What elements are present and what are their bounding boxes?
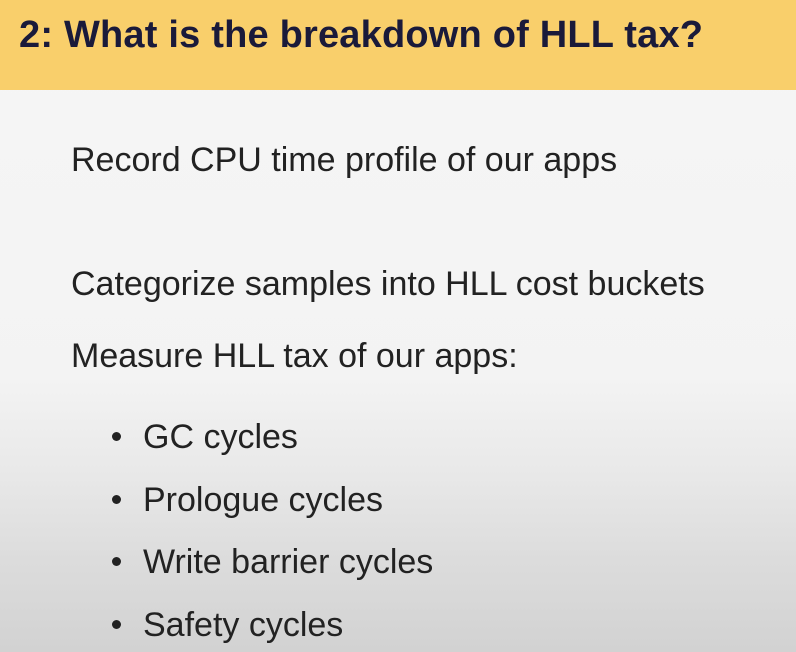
slide-title: 2: What is the breakdown of HLL tax? (19, 14, 704, 56)
bullet-label: Prologue cycles (143, 481, 384, 519)
step-record-profile: Record CPU time profile of our apps (71, 141, 618, 179)
step-categorize-samples: Categorize samples into HLL cost buckets (71, 265, 705, 303)
step-measure-tax: Measure HLL tax of our apps: (71, 337, 518, 375)
bullet-label: Safety cycles (143, 606, 344, 644)
bullet-icon (112, 619, 121, 629)
list-item: Write barrier cycles (112, 543, 433, 582)
bullet-icon (112, 494, 121, 504)
list-item: Safety cycles (112, 606, 343, 645)
list-item: GC cycles (112, 418, 298, 457)
list-item: Prologue cycles (112, 481, 383, 520)
slide: 2: What is the breakdown of HLL tax? Rec… (0, 0, 796, 652)
bullet-label: Write barrier cycles (143, 543, 434, 581)
bullet-icon (112, 556, 121, 566)
title-bar: 2: What is the breakdown of HLL tax? (0, 0, 796, 90)
bullet-label: GC cycles (143, 418, 298, 456)
bullet-icon (112, 431, 121, 441)
